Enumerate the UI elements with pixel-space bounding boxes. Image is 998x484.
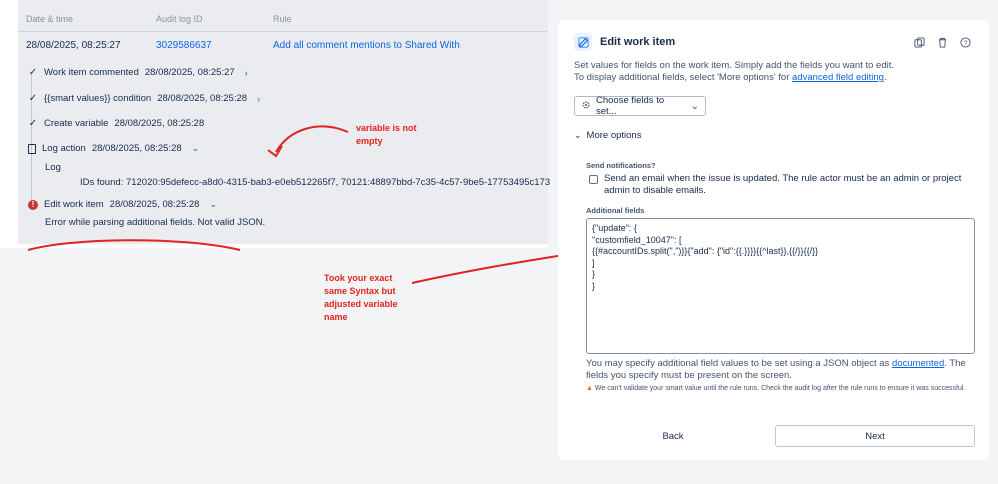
audit-log-panel: Date & time Audit log ID Rule 28/08/2025…: [18, 0, 551, 244]
more-options-toggle[interactable]: ⌄ More options: [574, 130, 641, 141]
step-time: 28/08/2025, 08:25:28: [114, 118, 205, 129]
audit-log-id-link[interactable]: 3029586637: [156, 40, 212, 51]
document-icon: [28, 143, 36, 154]
panel-description: Set values for fields on the work item. …: [574, 60, 974, 84]
choose-fields-dropdown[interactable]: Choose fields to set... ⌄: [574, 95, 706, 117]
rule-name-link[interactable]: Add all comment mentions to Shared With: [273, 40, 460, 51]
column-rule: Rule: [273, 14, 292, 24]
send-notifications-checkbox[interactable]: [589, 175, 598, 184]
panel-header: Edit work item: [574, 32, 675, 52]
step-title: Log action: [42, 143, 86, 154]
send-notifications-label: Send notifications?: [586, 161, 656, 170]
annotation-note-variable: variable is not empty: [356, 123, 417, 146]
more-options-label: More options: [586, 130, 642, 141]
audit-table-header: Date & time Audit log ID Rule: [18, 0, 548, 32]
log-value: IDs found: 712020:95defecc-a8d0-4315-bab…: [80, 177, 551, 188]
column-audit-log-id: Audit log ID: [156, 14, 203, 24]
documented-link[interactable]: documented: [892, 358, 944, 369]
header-actions: ?: [914, 35, 971, 48]
checkmark-icon: ✓: [28, 118, 38, 129]
description-line-2: To display additional fields, select 'Mo…: [574, 72, 974, 84]
edit-work-item-panel: Edit work item ? Set values for fields o…: [558, 20, 989, 460]
step-create-variable: ✓ Create variable 28/08/2025, 08:25:28: [28, 118, 204, 129]
step-smart-values-condition[interactable]: ✓ {{smart values}} condition 28/08/2025,…: [28, 93, 260, 104]
copy-icon[interactable]: [914, 35, 925, 48]
step-title: Work item commented: [44, 67, 139, 78]
edit-icon: [574, 33, 592, 51]
additional-fields-help: You may specify additional field values …: [586, 358, 978, 382]
help-icon[interactable]: ?: [960, 35, 971, 48]
next-button[interactable]: Next: [775, 425, 975, 447]
choose-fields-label: Choose fields to set...: [596, 95, 665, 117]
warning-icon: ▲: [586, 385, 593, 392]
chevron-right-icon[interactable]: ›: [245, 68, 248, 78]
additional-fields-input[interactable]: {"update": { "customfield_10047": [ {{#a…: [586, 218, 975, 354]
step-time: 28/08/2025, 08:25:28: [157, 93, 248, 104]
chevron-down-icon[interactable]: ⌄: [192, 143, 200, 154]
chevron-down-icon: ⌄: [574, 130, 582, 140]
checkmark-icon: ✓: [28, 93, 38, 104]
help-text: You may specify additional field values …: [586, 358, 892, 369]
column-date-time: Date & time: [26, 14, 74, 24]
error-icon: !: [28, 199, 38, 210]
panel-title: Edit work item: [600, 36, 676, 48]
annotation-note-syntax: Took your exact same Syntax but adjusted…: [324, 273, 398, 322]
step-log-action[interactable]: Log action 28/08/2025, 08:25:28 ⌄: [28, 143, 199, 154]
validation-warning: ▲ We can't validate your smart value unt…: [586, 384, 966, 393]
description-line-1: Set values for fields on the work item. …: [574, 60, 894, 71]
description-end: .: [883, 72, 887, 83]
step-time: 28/08/2025, 08:25:27: [144, 67, 235, 78]
error-message: Error while parsing additional fields. N…: [45, 217, 266, 228]
checkmark-icon: ✓: [28, 67, 38, 78]
gear-icon: [581, 100, 591, 113]
table-row[interactable]: 28/08/2025, 08:25:27 3029586637 Add all …: [18, 32, 548, 58]
row-datetime: 28/08/2025, 08:25:27: [26, 40, 121, 51]
warning-text: We can't validate your smart value until…: [594, 385, 966, 392]
step-title: {{smart values}} condition: [44, 93, 152, 104]
description-text: To display additional fields, select 'Mo…: [574, 72, 793, 83]
chevron-down-icon: ⌄: [690, 100, 699, 112]
additional-fields-label: Additional fields: [586, 206, 645, 215]
step-time: 28/08/2025, 08:25:28: [91, 143, 182, 154]
svg-text:?: ?: [964, 40, 968, 47]
chevron-right-icon[interactable]: ›: [257, 94, 260, 104]
step-work-item-commented[interactable]: ✓ Work item commented 28/08/2025, 08:25:…: [28, 67, 248, 78]
chevron-down-icon[interactable]: ⌄: [209, 199, 217, 210]
step-title: Create variable: [44, 118, 109, 129]
send-notifications-text: Send an email when the issue is updated.…: [604, 173, 962, 196]
back-button[interactable]: Back: [648, 426, 698, 446]
step-time: 28/08/2025, 08:25:28: [109, 199, 200, 210]
step-edit-work-item[interactable]: ! Edit work item 28/08/2025, 08:25:28 ⌄: [28, 199, 217, 210]
advanced-field-editing-link[interactable]: advanced field editing: [792, 72, 884, 83]
trash-icon[interactable]: [937, 35, 948, 48]
log-label: Log: [45, 162, 61, 173]
step-title: Edit work item: [44, 199, 104, 210]
